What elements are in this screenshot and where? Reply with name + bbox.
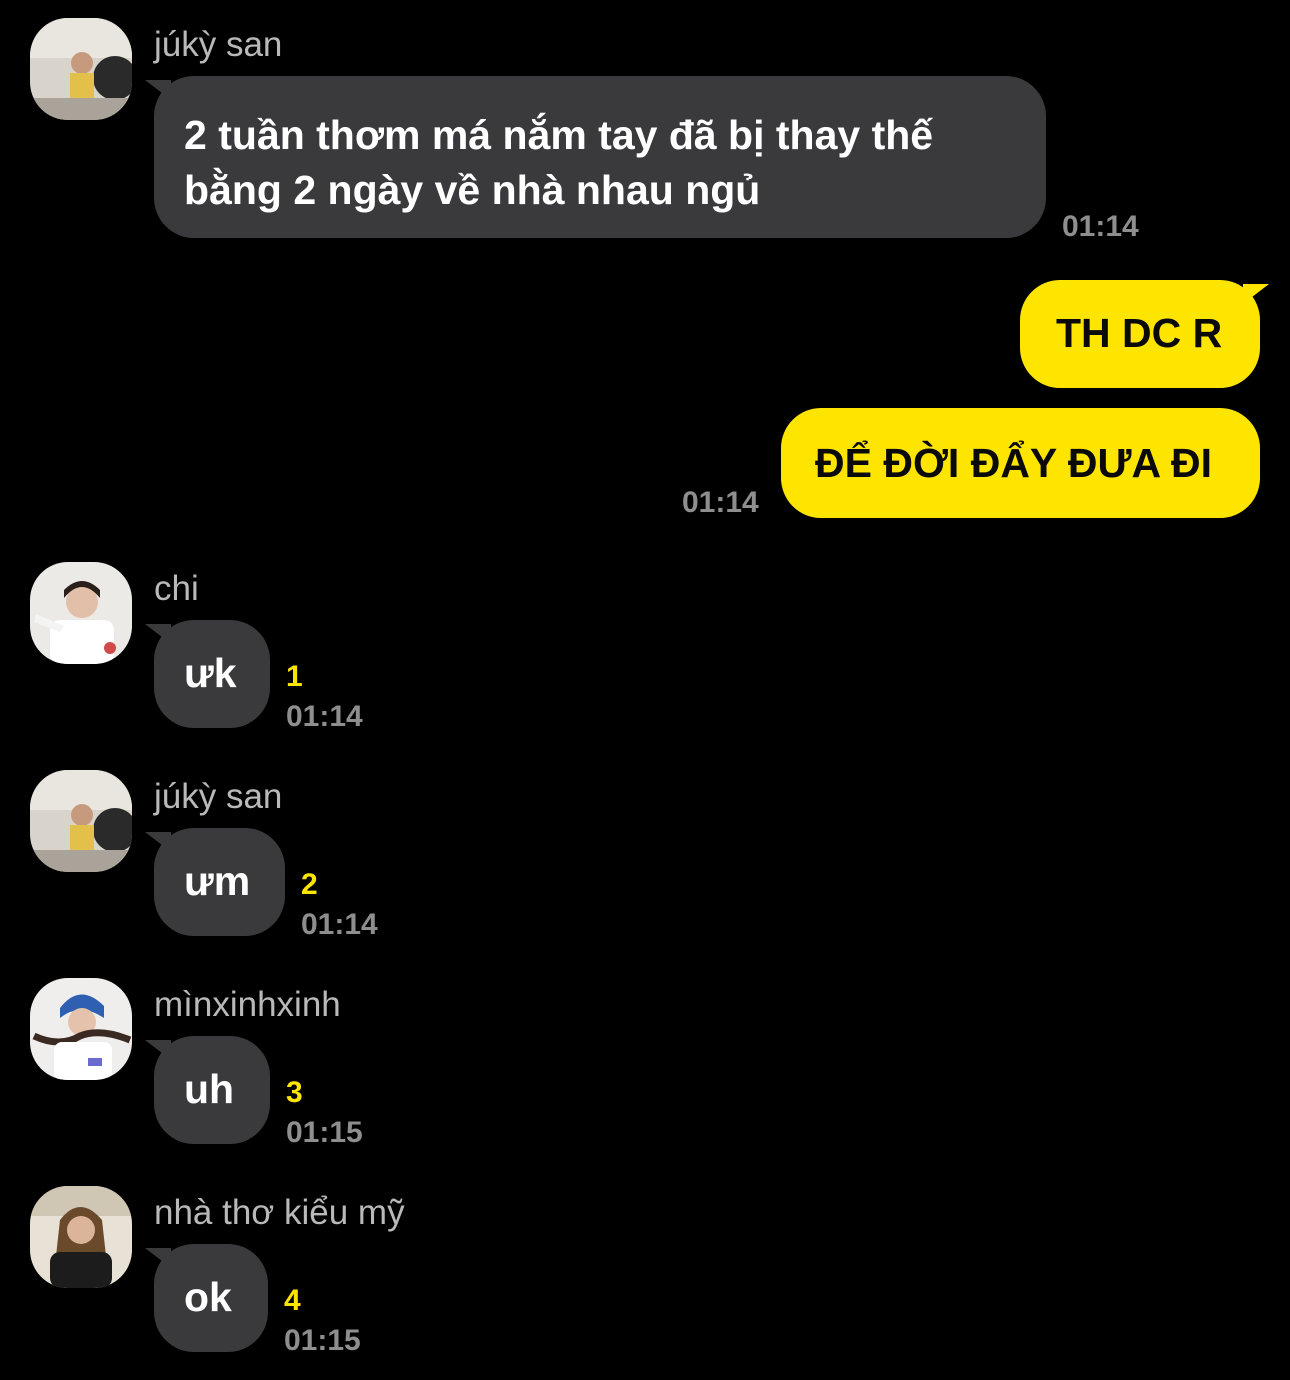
outgoing-message-bubble[interactable]: TH DC R <box>1020 280 1269 388</box>
sender-name: nhà thơ kiểu mỹ <box>154 1193 405 1232</box>
message-time: 01:15 <box>286 1116 363 1149</box>
message-text: ĐỂ ĐỜI ĐẨY ĐƯA ĐI <box>815 440 1213 486</box>
avatar-photo-icon <box>30 562 132 664</box>
outgoing-message-bubble[interactable]: ĐỂ ĐỜI ĐẨY ĐƯA ĐI <box>781 408 1260 518</box>
message-bubble[interactable]: 2 tuần thơm má nắm tay đã bị thay thế bằ… <box>145 76 1046 238</box>
bubble-tail <box>1243 284 1269 304</box>
unread-count: 2 <box>301 868 318 901</box>
message-time: 01:15 <box>284 1324 361 1357</box>
message-time: 01:14 <box>301 908 378 941</box>
message-text-line-1: 2 tuần thơm má nắm tay đã bị thay thế <box>184 112 934 158</box>
message-text: uh <box>184 1066 235 1112</box>
avatar-chi[interactable] <box>30 562 132 664</box>
message-time: 01:14 <box>286 700 363 733</box>
sender-name: júkỳ san <box>154 777 283 816</box>
avatar-photo-icon <box>30 1186 132 1288</box>
avatar-jukysan[interactable] <box>30 18 132 120</box>
message-text: ưk <box>184 650 237 696</box>
avatar-photo-icon <box>30 770 132 872</box>
message-time: 01:14 <box>1062 210 1139 243</box>
chat-room: júkỳ san 2 tuần thơm má nắm tay đã bị th… <box>0 0 1290 1380</box>
bubble-tail <box>145 80 171 100</box>
bubble-tail <box>145 1248 171 1268</box>
bubble-tail <box>145 624 171 644</box>
message-bubble[interactable]: ưm <box>145 828 285 936</box>
message-text: TH DC R <box>1056 310 1223 356</box>
avatar-photo-icon <box>30 978 132 1080</box>
unread-count: 3 <box>286 1076 303 1109</box>
sender-name: mìnxinhxinh <box>154 985 341 1024</box>
unread-count: 1 <box>286 660 303 693</box>
message-text: ưm <box>184 858 251 904</box>
unread-count: 4 <box>284 1284 301 1317</box>
message-bubble[interactable]: ưk <box>145 620 270 728</box>
avatar-jukysan[interactable] <box>30 770 132 872</box>
avatar-minxinhxinh[interactable] <box>30 978 132 1080</box>
message-bubble[interactable]: ok <box>145 1244 268 1352</box>
bubble-tail <box>145 1040 171 1060</box>
message-time: 01:14 <box>682 486 759 519</box>
avatar-nhathokieumy[interactable] <box>30 1186 132 1288</box>
sender-name: chi <box>154 569 199 608</box>
message-bubble[interactable]: uh <box>145 1036 270 1144</box>
avatar-photo-icon <box>30 18 132 120</box>
message-text: ok <box>184 1274 232 1320</box>
sender-name: júkỳ san <box>154 25 283 64</box>
message-text-line-2: bằng 2 ngày về nhà nhau ngủ <box>184 167 761 213</box>
bubble-tail <box>145 832 171 852</box>
